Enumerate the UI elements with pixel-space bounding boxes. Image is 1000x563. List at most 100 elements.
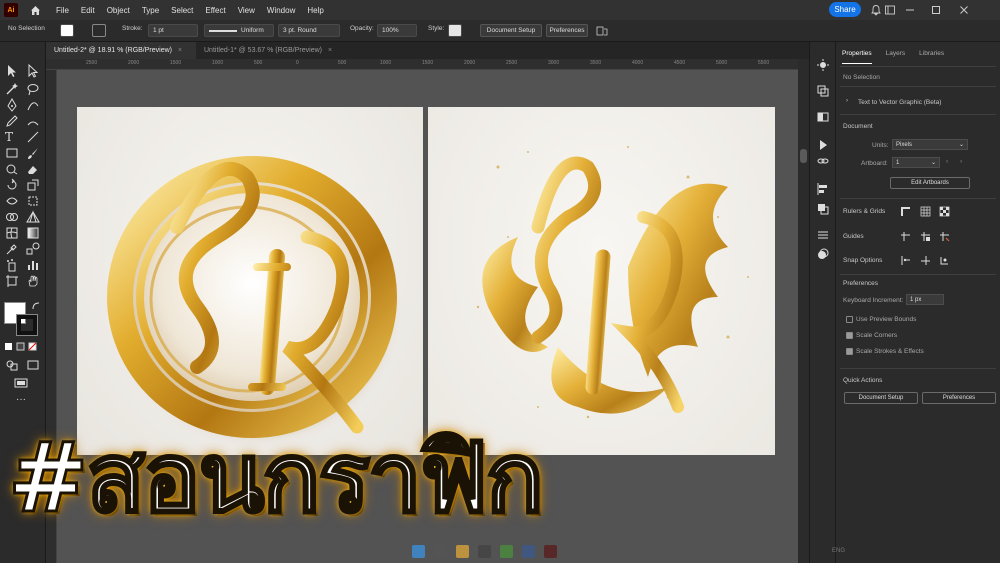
menu-file[interactable]: File <box>56 6 69 15</box>
fill-color-swatch[interactable] <box>60 24 74 37</box>
stroke-color-swatch[interactable] <box>92 24 106 37</box>
menu-lines-icon[interactable] <box>816 228 830 242</box>
rotate-tool-icon[interactable] <box>5 178 19 192</box>
column-graph-tool-icon[interactable] <box>26 258 40 272</box>
stroke-swatch[interactable] <box>16 314 38 336</box>
gradient-tool-icon[interactable] <box>26 226 40 240</box>
draw-mode-icon[interactable] <box>5 358 19 372</box>
search-icon[interactable] <box>434 545 447 558</box>
tab-untitled-1[interactable]: Untitled-1* @ 53.67 % (RGB/Preview) × <box>196 42 346 59</box>
close-window-icon[interactable] <box>958 4 970 16</box>
language-indicator[interactable]: ENG <box>832 548 845 554</box>
transparency-grid-icon[interactable] <box>939 206 950 217</box>
horizontal-ruler[interactable]: 2500 2000 1500 1000 500 0 500 1000 1500 … <box>46 59 798 70</box>
menu-window[interactable]: Window <box>267 6 295 15</box>
shape-builder-tool-icon[interactable] <box>5 210 19 224</box>
close-tab-icon[interactable]: × <box>328 47 332 54</box>
menu-object[interactable]: Object <box>107 6 130 15</box>
pathfinder-icon[interactable] <box>816 202 830 216</box>
tab-properties[interactable]: Properties <box>842 50 872 64</box>
rectangle-tool-icon[interactable] <box>5 146 19 160</box>
pencil-tool-icon[interactable] <box>5 114 19 128</box>
smart-guides-icon[interactable] <box>939 231 950 242</box>
snap-to-point-icon[interactable] <box>900 255 911 266</box>
edit-artboards-button[interactable]: Edit Artboards <box>890 177 970 189</box>
close-tab-icon[interactable]: × <box>178 47 182 54</box>
stroke-weight-field[interactable]: 1 pt <box>148 24 198 37</box>
menu-type[interactable]: Type <box>142 6 159 15</box>
grid-icon[interactable] <box>920 206 931 217</box>
mesh-tool-icon[interactable] <box>5 226 19 240</box>
hand-tool-icon[interactable] <box>26 274 40 288</box>
document-setup-button[interactable]: Document Setup <box>480 24 542 37</box>
artboard-2[interactable] <box>428 107 775 455</box>
blend-tool-icon[interactable] <box>26 242 40 256</box>
minimize-icon[interactable] <box>904 4 916 16</box>
scale-corners-checkbox[interactable] <box>846 332 853 339</box>
screen-mode-icon[interactable] <box>26 358 40 372</box>
windows-start-icon[interactable] <box>412 545 425 558</box>
pen-tool-icon[interactable] <box>5 98 19 112</box>
prev-artboard-icon[interactable]: ‹ <box>946 158 948 165</box>
use-preview-bounds-checkbox[interactable] <box>846 316 853 323</box>
artboard-1[interactable] <box>77 107 423 455</box>
quick-preferences-button[interactable]: Preferences <box>922 392 996 404</box>
edit-toolbar-icon[interactable]: ··· <box>16 394 30 408</box>
tab-layers[interactable]: Layers <box>886 50 906 64</box>
chrome-icon[interactable] <box>500 545 513 558</box>
vertical-scrollbar[interactable] <box>798 59 809 563</box>
opacity-field[interactable]: 100% <box>377 24 417 37</box>
layers-stack-icon[interactable] <box>816 247 830 261</box>
transparency-icon[interactable] <box>816 110 830 124</box>
keyboard-increment-field[interactable]: 1 px <box>906 294 944 305</box>
perspective-grid-tool-icon[interactable] <box>26 210 40 224</box>
links-icon[interactable] <box>816 154 830 168</box>
bell-icon[interactable] <box>870 4 882 16</box>
paintbrush-tool-icon[interactable] <box>26 146 40 160</box>
preferences-button[interactable]: Preferences <box>546 24 588 37</box>
artboard-select[interactable]: 1 ⌄ <box>892 157 940 168</box>
scale-strokes-checkbox[interactable] <box>846 348 853 355</box>
color-theme-icon[interactable] <box>816 58 830 72</box>
variable-width-profile[interactable]: Uniform <box>204 24 274 37</box>
width-tool-icon[interactable] <box>5 194 19 208</box>
expand-chevron-icon[interactable]: › <box>846 98 848 104</box>
play-action-icon[interactable] <box>816 138 830 152</box>
menu-view[interactable]: View <box>238 6 255 15</box>
swap-fill-stroke-icon[interactable] <box>31 301 41 311</box>
selection-tool-icon[interactable] <box>5 64 19 78</box>
tab-untitled-2[interactable]: Untitled-2* @ 18.91 % (RGB/Preview) × <box>46 42 196 59</box>
menu-effect[interactable]: Effect <box>205 6 225 15</box>
color-mode-icons[interactable] <box>4 342 40 351</box>
free-transform-tool-icon[interactable] <box>26 194 40 208</box>
curvature-tool-icon[interactable] <box>26 98 40 112</box>
rulers-icon[interactable] <box>900 206 911 217</box>
taskbar-app-icon[interactable] <box>522 545 535 558</box>
workspace-icon[interactable] <box>884 4 896 16</box>
scroll-thumb[interactable] <box>800 149 807 163</box>
brush-definition[interactable]: 3 pt. Round <box>278 24 340 37</box>
snap-to-glyph-icon[interactable] <box>939 255 950 266</box>
arrange-documents-icon[interactable] <box>596 25 608 37</box>
units-select[interactable]: Pixels ⌄ <box>892 139 968 150</box>
scale-tool-icon[interactable] <box>26 178 40 192</box>
snap-to-pixel-icon[interactable] <box>920 255 931 266</box>
menu-edit[interactable]: Edit <box>81 6 95 15</box>
magic-wand-tool-icon[interactable] <box>5 82 19 96</box>
style-swatch[interactable] <box>448 24 462 37</box>
home-icon[interactable] <box>28 3 42 17</box>
appearance-icon[interactable] <box>816 84 830 98</box>
show-guides-icon[interactable] <box>900 231 911 242</box>
tab-libraries[interactable]: Libraries <box>919 50 944 64</box>
lock-guides-icon[interactable] <box>920 231 931 242</box>
quick-document-setup-button[interactable]: Document Setup <box>844 392 918 404</box>
eraser-tool-icon[interactable] <box>26 162 40 176</box>
illustrator-taskbar-icon[interactable] <box>544 545 557 558</box>
share-button[interactable]: Share <box>829 2 861 17</box>
align-icon[interactable] <box>816 182 830 196</box>
change-screen-mode-icon[interactable] <box>14 376 28 390</box>
shaper-tool-icon[interactable] <box>5 162 19 176</box>
direct-selection-tool-icon[interactable] <box>26 64 40 78</box>
file-explorer-icon[interactable] <box>456 545 469 558</box>
maximize-icon[interactable] <box>930 4 942 16</box>
